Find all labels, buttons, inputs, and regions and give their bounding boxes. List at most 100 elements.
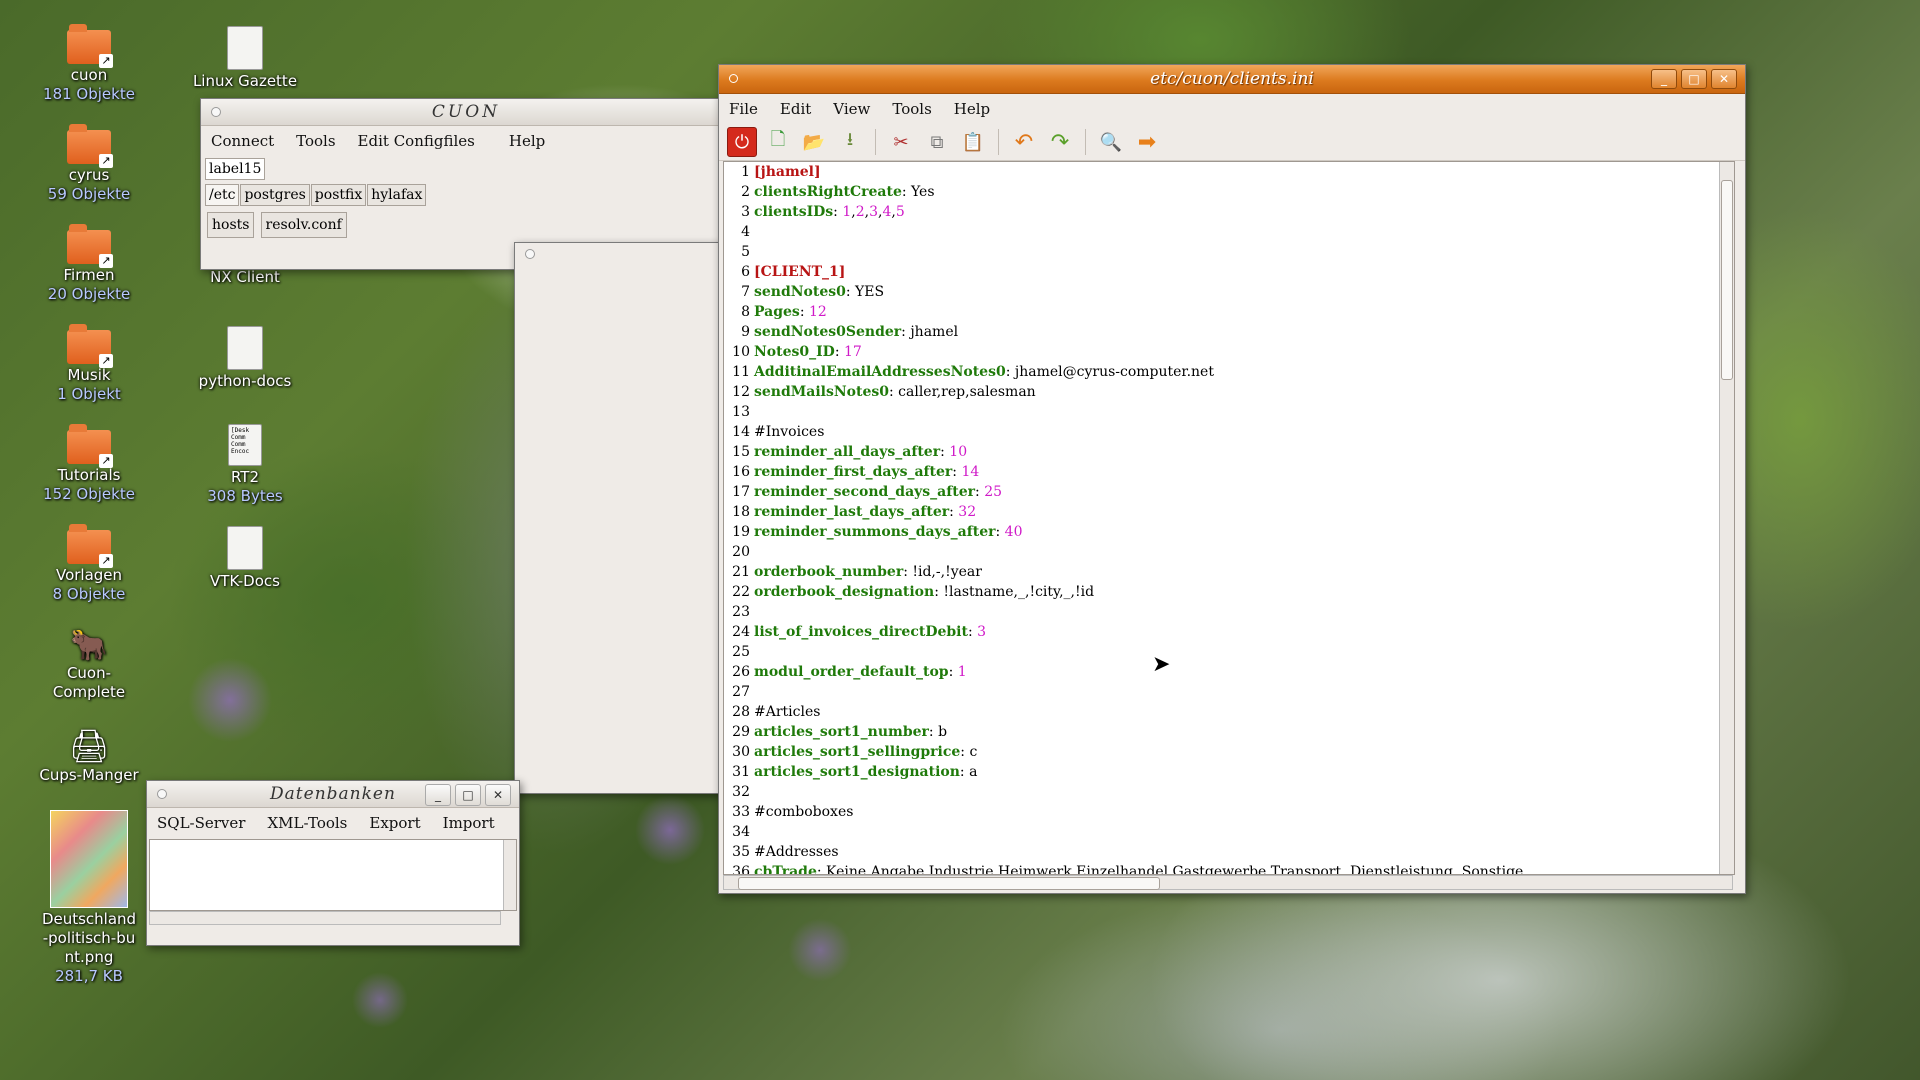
code-line[interactable]: 18 reminder_last_days_after: 32	[724, 502, 1734, 522]
close-button[interactable]: ✕	[1711, 69, 1737, 89]
copy-icon[interactable]: ⧉	[922, 127, 952, 157]
code-editor[interactable]: 1 [jhamel] 2 clientsRightCreate: Yes 3 client…	[723, 161, 1735, 875]
code-line[interactable]: 7 sendNotes0: YES	[724, 282, 1734, 302]
code-line[interactable]: 12 sendMailsNotes0: caller,rep,salesman	[724, 382, 1734, 402]
code-line[interactable]: 31 articles_sort1_designation: a	[724, 762, 1734, 782]
cut-icon[interactable]: ✂	[886, 127, 916, 157]
editor-titlebar[interactable]: etc/cuon/clients.ini _ □ ✕	[719, 65, 1745, 94]
resolv-conf-button[interactable]: resolv.conf	[260, 212, 347, 238]
desktop-icon-cuon-complete[interactable]: 🐂 Cuon-Complete	[34, 628, 144, 702]
code-line[interactable]: 19 reminder_summons_days_after: 40	[724, 522, 1734, 542]
menu-help[interactable]: Help	[509, 132, 545, 150]
code-line[interactable]: 15 reminder_all_days_after: 10	[724, 442, 1734, 462]
desktop-icon-cyrus[interactable]: cyrus 59 Objekte	[34, 124, 144, 204]
code-line[interactable]: 5	[724, 242, 1734, 262]
close-button[interactable]: ✕	[485, 784, 511, 806]
desktop-icon-cuon[interactable]: cuon 181 Objekte	[34, 24, 144, 104]
code-line[interactable]: 17 reminder_second_days_after: 25	[724, 482, 1734, 502]
tab-postgres[interactable]: postgres	[240, 184, 310, 206]
scrollbar-thumb[interactable]	[738, 877, 1160, 890]
code-line[interactable]: 35 #Addresses	[724, 842, 1734, 862]
minimize-button[interactable]: _	[425, 784, 451, 806]
menu-xml-tools[interactable]: XML-Tools	[267, 814, 347, 832]
code-line[interactable]: 3 clientsIDs: 1,2,3,4,5	[724, 202, 1734, 222]
code-line[interactable]: 21 orderbook_number: !id,-,!year	[724, 562, 1734, 582]
window-menu-icon[interactable]	[525, 249, 535, 259]
icon-label: Deutschland-politisch-bunt.png	[41, 910, 137, 966]
code-line[interactable]: 24 list_of_invoices_directDebit: 3	[724, 622, 1734, 642]
scrollbar-thumb[interactable]	[1721, 180, 1733, 380]
desktop-icon-firmen[interactable]: Firmen 20 Objekte	[34, 224, 144, 304]
desktop-icon-python-docs[interactable]: python-docs	[190, 326, 300, 391]
horizontal-scrollbar[interactable]	[723, 875, 1733, 890]
tab-etc[interactable]: /etc	[205, 184, 240, 206]
code-line[interactable]: 10 Notes0_ID: 17	[724, 342, 1734, 362]
search-icon[interactable]: 🔍	[1096, 127, 1126, 157]
code-line[interactable]: 27	[724, 682, 1734, 702]
horizontal-scrollbar[interactable]	[149, 911, 501, 925]
redo-icon[interactable]: ↷	[1045, 127, 1075, 157]
open-folder-icon[interactable]: 📂	[799, 127, 829, 157]
minimize-button[interactable]: _	[1651, 69, 1677, 89]
save-icon[interactable]: ⭳	[835, 127, 865, 157]
desktop-icon-linux-gazette[interactable]: Linux Gazette	[190, 26, 300, 91]
menu-view[interactable]: View	[833, 100, 870, 118]
undo-icon[interactable]: ↶	[1009, 127, 1039, 157]
code-line[interactable]: 20	[724, 542, 1734, 562]
power-icon[interactable]: ⏻	[727, 127, 757, 157]
desktop-icon-deutschland[interactable]: Deutschland-politisch-bunt.png 281,7 KB	[34, 810, 144, 986]
tab-hylafax[interactable]: hylafax	[367, 184, 427, 206]
hosts-button[interactable]: hosts	[207, 212, 255, 238]
code-line[interactable]: 33 #comboboxes	[724, 802, 1734, 822]
code-line[interactable]: 23	[724, 602, 1734, 622]
code-line[interactable]: 13	[724, 402, 1734, 422]
desktop-icon-cups-manager[interactable]: 🖨 Cups-Manger	[34, 726, 144, 785]
code-line[interactable]: 28 #Articles	[724, 702, 1734, 722]
datenbanken-titlebar[interactable]: Datenbanken _ □ ✕	[147, 781, 519, 808]
code-line[interactable]: 25	[724, 642, 1734, 662]
vertical-scrollbar[interactable]	[1719, 162, 1734, 874]
code-line[interactable]: 14 #Invoices	[724, 422, 1734, 442]
code-line[interactable]: 9 sendNotes0Sender: jhamel	[724, 322, 1734, 342]
code-line[interactable]: 30 articles_sort1_sellingprice: c	[724, 742, 1734, 762]
code-line[interactable]: 34	[724, 822, 1734, 842]
menu-export[interactable]: Export	[369, 814, 420, 832]
menu-help[interactable]: Help	[954, 100, 990, 118]
code-line[interactable]: 36 cbTrade: Keine Angabe,Industrie,Heimwe…	[724, 862, 1734, 874]
tab-postfix[interactable]: postfix	[310, 184, 367, 206]
new-file-icon[interactable]: 🗋	[763, 127, 793, 157]
menu-tools[interactable]: Tools	[296, 132, 335, 150]
desktop-icon-vtk-docs[interactable]: VTK-Docs	[190, 526, 300, 591]
desktop-icon-musik[interactable]: Musik 1 Objekt	[34, 324, 144, 404]
desktop-icon-rt2[interactable]: [Desk Comm Comm Encoc RT2 308 Bytes	[190, 424, 300, 506]
desktop-icon-tutorials[interactable]: Tutorials 152 Objekte	[34, 424, 144, 504]
paste-icon[interactable]: 📋	[958, 127, 988, 157]
menu-edit-configfiles[interactable]: Edit Configfiles	[358, 132, 475, 150]
vertical-scrollbar[interactable]	[503, 840, 516, 910]
code-line[interactable]: 11 AdditinalEmailAddressesNotes0: jhamel@…	[724, 362, 1734, 382]
maximize-button[interactable]: □	[1681, 69, 1707, 89]
window-title: etc/cuon/clients.ini	[1150, 69, 1314, 89]
code-line[interactable]: 16 reminder_first_days_after: 14	[724, 462, 1734, 482]
code-line[interactable]: 32	[724, 782, 1734, 802]
code-line[interactable]: 2 clientsRightCreate: Yes	[724, 182, 1734, 202]
cuon-titlebar[interactable]: CUON	[201, 99, 731, 126]
menu-tools[interactable]: Tools	[892, 100, 931, 118]
desktop-icon-nx-client[interactable]: NX Client	[190, 268, 300, 287]
code-line[interactable]: 1 [jhamel]	[724, 162, 1734, 182]
code-line[interactable]: 29 articles_sort1_number: b	[724, 722, 1734, 742]
datenbanken-list[interactable]	[149, 839, 517, 911]
menu-import[interactable]: Import	[443, 814, 495, 832]
code-line[interactable]: 4	[724, 222, 1734, 242]
menu-edit[interactable]: Edit	[780, 100, 811, 118]
code-line[interactable]: 26 modul_order_default_top: 1	[724, 662, 1734, 682]
menu-file[interactable]: File	[729, 100, 758, 118]
code-line[interactable]: 8 Pages: 12	[724, 302, 1734, 322]
desktop-icon-vorlagen[interactable]: Vorlagen 8 Objekte	[34, 524, 144, 604]
code-line[interactable]: 22 orderbook_designation: !lastname,_,!ci…	[724, 582, 1734, 602]
forward-arrow-icon[interactable]: ➡	[1132, 127, 1162, 157]
menu-sql-server[interactable]: SQL-Server	[157, 814, 245, 832]
code-line[interactable]: 6 [CLIENT_1]	[724, 262, 1734, 282]
maximize-button[interactable]: □	[455, 784, 481, 806]
menu-connect[interactable]: Connect	[211, 132, 274, 150]
